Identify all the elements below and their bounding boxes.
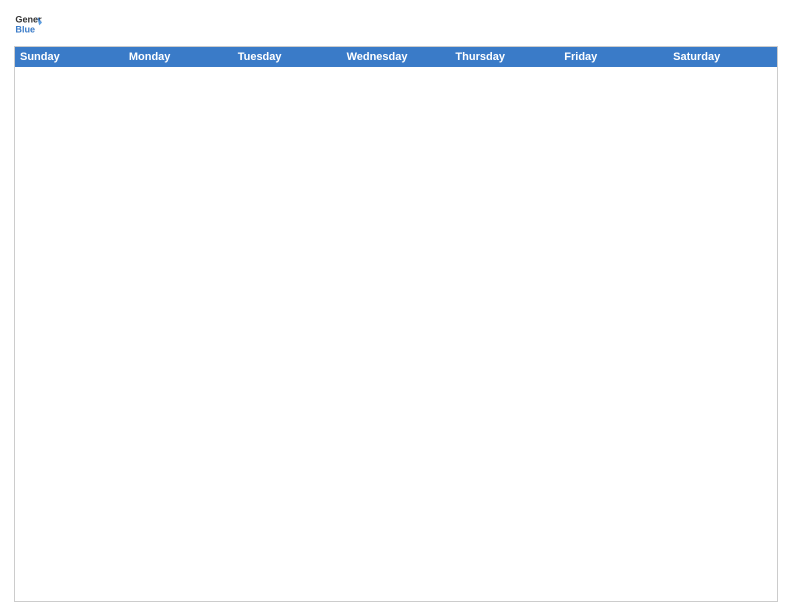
- svg-text:Blue: Blue: [15, 24, 35, 34]
- logo-icon: General Blue: [14, 10, 42, 38]
- header-day-friday: Friday: [559, 47, 668, 67]
- header-day-wednesday: Wednesday: [342, 47, 451, 67]
- calendar-body: [15, 67, 777, 601]
- calendar: SundayMondayTuesdayWednesdayThursdayFrid…: [14, 46, 778, 602]
- header-day-saturday: Saturday: [668, 47, 777, 67]
- header-day-tuesday: Tuesday: [233, 47, 342, 67]
- header-day-sunday: Sunday: [15, 47, 124, 67]
- logo: General Blue: [14, 10, 46, 38]
- header: General Blue: [14, 10, 778, 38]
- page: General Blue SundayMondayTuesdayWednesda…: [0, 0, 792, 612]
- header-day-thursday: Thursday: [450, 47, 559, 67]
- calendar-header: SundayMondayTuesdayWednesdayThursdayFrid…: [15, 47, 777, 67]
- header-day-monday: Monday: [124, 47, 233, 67]
